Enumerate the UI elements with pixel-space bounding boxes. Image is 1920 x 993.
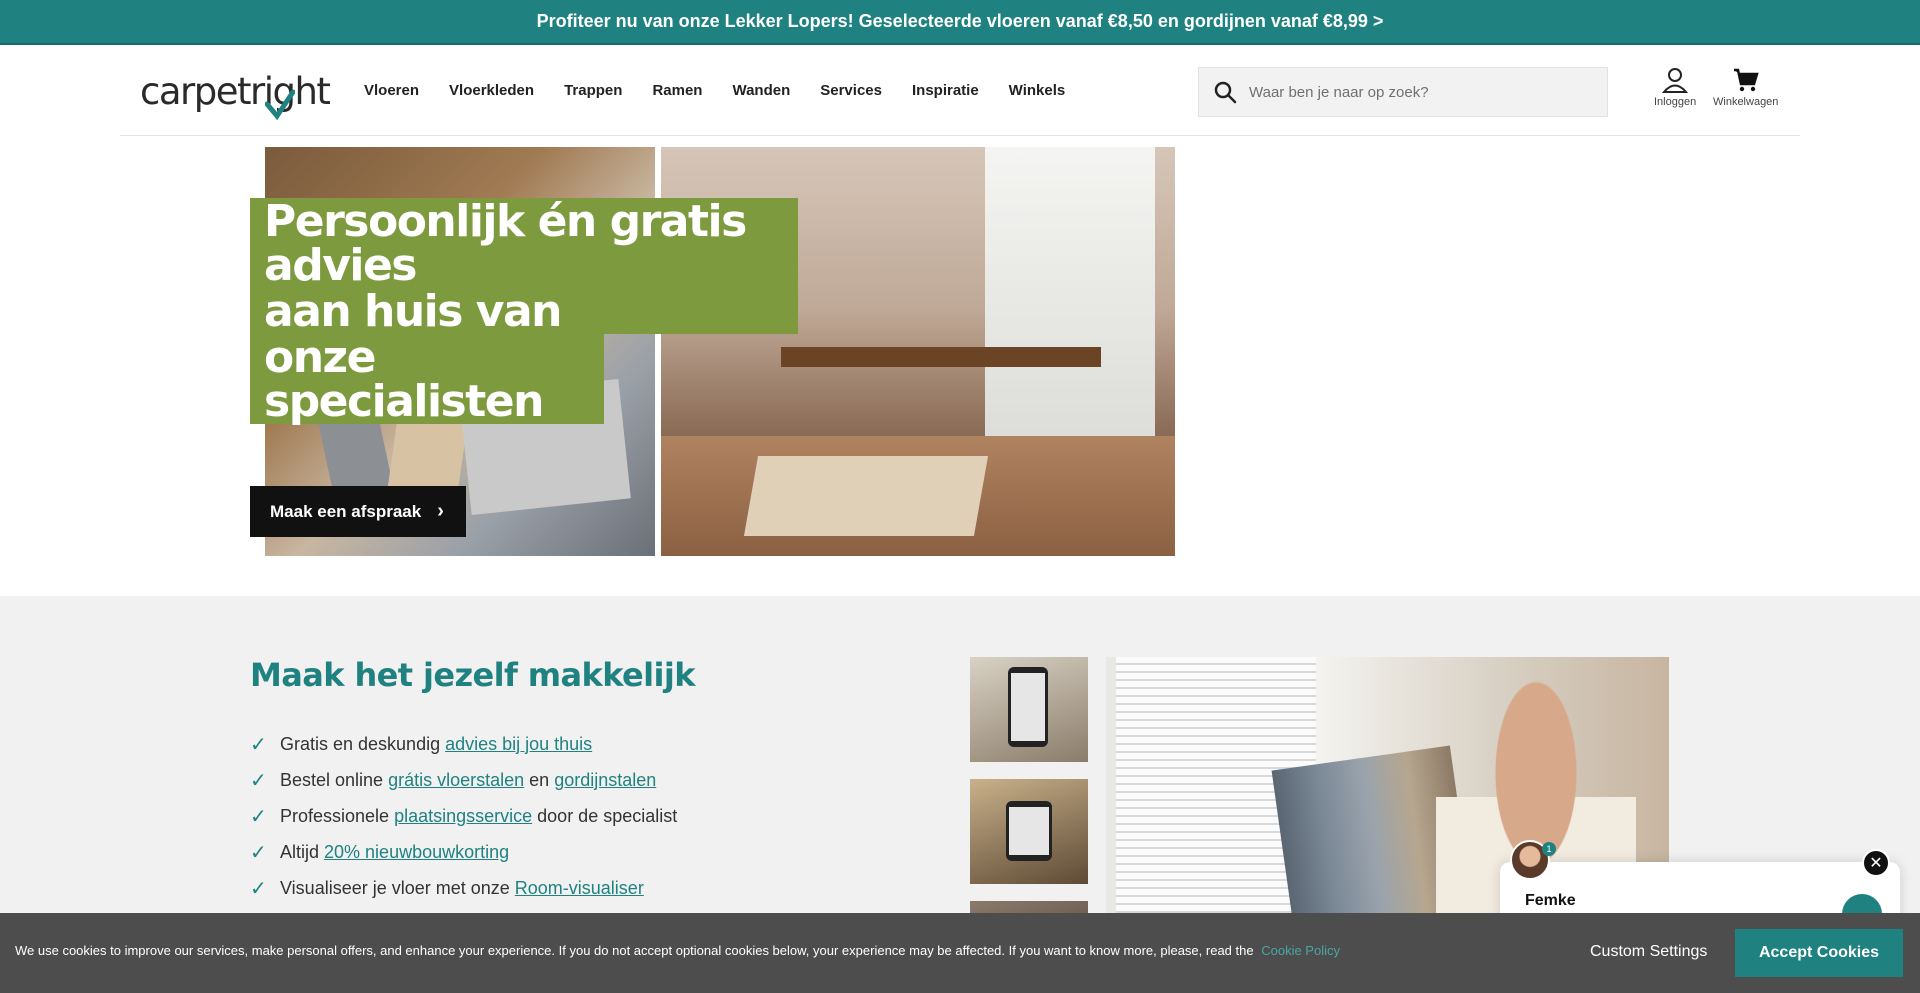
search-icon[interactable] xyxy=(1213,80,1237,104)
gordijnstalen-link[interactable]: gordijnstalen xyxy=(554,770,656,791)
search-input[interactable] xyxy=(1249,83,1589,101)
logo[interactable]: carpetright xyxy=(140,70,331,121)
appointment-button-label: Maak een afspraak xyxy=(270,501,422,521)
cookie-text: We use cookies to improve our services, … xyxy=(15,943,1340,958)
nav-item-inspiratie[interactable]: Inspiratie xyxy=(912,82,979,99)
check-icon: ✓ xyxy=(250,769,267,792)
list-item: ✓ Altijd 20% nieuwbouwkorting xyxy=(250,841,510,864)
chevron-right-icon: › xyxy=(437,500,444,522)
check-icon: ✓ xyxy=(250,733,267,756)
plaatsingsservice-link[interactable]: plaatsingsservice xyxy=(394,806,532,827)
hero-title-line1: Persoonlijk én gratis advies xyxy=(250,198,798,288)
list-item: ✓ Gratis en deskundig advies bij jou thu… xyxy=(250,733,593,756)
logo-check-icon xyxy=(265,89,296,121)
hero-title: Persoonlijk én gratis advies aan huis va… xyxy=(250,198,798,424)
benefits-title: Maak het jezelf makkelijk xyxy=(250,656,696,694)
nav-item-winkels[interactable]: Winkels xyxy=(1009,82,1066,99)
nav-item-vloerkleden[interactable]: Vloerkleden xyxy=(449,82,534,99)
list-item: ✓ Visualiseer je vloer met onze Room-vis… xyxy=(250,877,644,900)
list-item: ✓ Bestel online grátis vloerstalen en go… xyxy=(250,769,657,792)
promo-bar[interactable]: Profiteer nu van onze Lekker Lopers! Ges… xyxy=(0,0,1920,45)
check-icon: ✓ xyxy=(250,841,267,864)
room-visualiser-link[interactable]: Room-visualiser xyxy=(515,878,644,899)
list-item: ✓ Professionele plaatsingsservice door d… xyxy=(250,805,678,828)
hero-title-line3: onze specialisten xyxy=(250,334,604,424)
vloerstalen-link[interactable]: grátis vloerstalen xyxy=(388,770,524,791)
login-button[interactable]: Inloggen xyxy=(1654,67,1696,108)
nav-item-trappen[interactable]: Trappen xyxy=(564,82,622,99)
login-label: Inloggen xyxy=(1654,96,1697,108)
search-box xyxy=(1198,67,1608,117)
nav-item-services[interactable]: Services xyxy=(820,82,882,99)
custom-settings-button[interactable]: Custom Settings xyxy=(1590,943,1707,961)
nav-item-ramen[interactable]: Ramen xyxy=(652,82,702,99)
check-icon: ✓ xyxy=(250,877,267,900)
cart-icon xyxy=(1733,68,1759,92)
check-icon: ✓ xyxy=(250,805,267,828)
close-icon[interactable]: ✕ xyxy=(1862,849,1890,877)
cookie-banner: We use cookies to improve our services, … xyxy=(0,913,1920,993)
hero-title-line2: aan huis van xyxy=(250,288,798,334)
user-icon xyxy=(1662,68,1689,93)
cart-button[interactable]: Winkelwagen xyxy=(1713,67,1778,108)
accept-cookies-button[interactable]: Accept Cookies xyxy=(1735,929,1903,977)
promo-text[interactable]: Profiteer nu van onze Lekker Lopers! Ges… xyxy=(537,11,1384,32)
nieuwbouwkorting-link[interactable]: 20% nieuwbouwkorting xyxy=(324,842,509,863)
thumbnail-tablet[interactable] xyxy=(970,779,1088,884)
cart-label: Winkelwagen xyxy=(1713,96,1779,108)
site-header: carpetright Vloeren Vloerkleden Trappen … xyxy=(120,45,1800,136)
thumbnail-phone[interactable] xyxy=(970,657,1088,762)
appointment-button[interactable]: Maak een afspraak › xyxy=(250,486,466,537)
chat-badge: 1 xyxy=(1542,842,1556,856)
nav-item-wanden[interactable]: Wanden xyxy=(732,82,790,99)
main-nav: Vloeren Vloerkleden Trappen Ramen Wanden… xyxy=(364,45,1095,136)
nav-item-vloeren[interactable]: Vloeren xyxy=(364,82,419,99)
logo-text: carpetright xyxy=(140,69,331,113)
chat-agent-name: Femke xyxy=(1525,892,1576,909)
advies-link[interactable]: advies bij jou thuis xyxy=(445,734,592,755)
cookie-policy-link[interactable]: Cookie Policy xyxy=(1261,943,1340,958)
benefits-list: ✓ Gratis en deskundig advies bij jou thu… xyxy=(250,726,677,906)
